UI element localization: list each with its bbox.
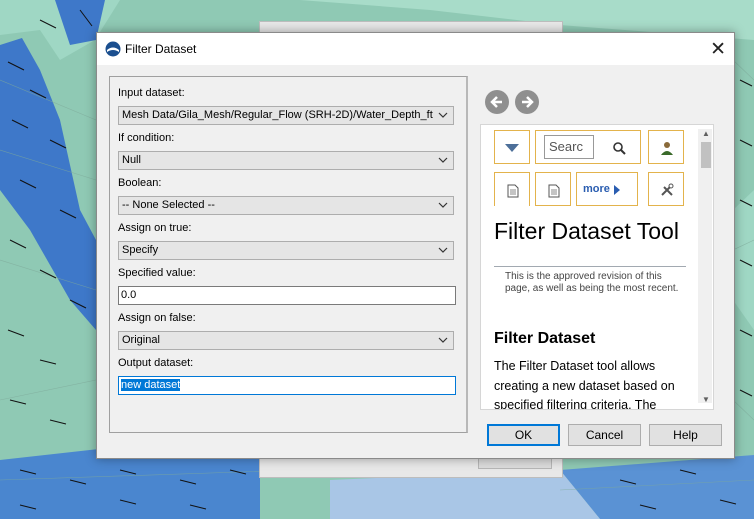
- input-dataset-label: Input dataset:: [118, 87, 185, 99]
- chevron-right-icon: [614, 185, 620, 195]
- arrow-left-icon: [490, 96, 502, 108]
- output-dataset-text: new dataset: [121, 379, 181, 391]
- filter-options-panel: Input dataset: Mesh Data/Gila_Mesh/Regul…: [109, 76, 468, 433]
- assign-true-label: Assign on true:: [118, 222, 192, 234]
- assign-false-value: Original: [122, 334, 160, 346]
- tools-button[interactable]: [648, 172, 684, 206]
- assign-true-value: Specify: [122, 244, 159, 256]
- help-search-input[interactable]: Searc: [544, 135, 594, 159]
- boolean-label: Boolean:: [118, 177, 162, 189]
- help-search-placeholder: Searc: [549, 139, 583, 154]
- input-dataset-select[interactable]: Mesh Data/Gila_Mesh/Regular_Flow (SRH-2D…: [118, 106, 454, 125]
- scrollbar-thumb[interactable]: [701, 142, 711, 168]
- personal-tools-button[interactable]: [648, 130, 684, 164]
- back-button[interactable]: [485, 90, 509, 114]
- assign-false-label: Assign on false:: [118, 312, 196, 324]
- title-bar: Filter Dataset ✕: [97, 33, 734, 65]
- more-label: more: [583, 183, 610, 195]
- user-icon: [661, 142, 673, 155]
- boolean-value: -- None Selected --: [122, 199, 215, 211]
- if-condition-value: Null: [122, 154, 141, 166]
- arrow-right-icon: [522, 96, 534, 108]
- chevron-down-icon: [438, 157, 448, 163]
- help-page-title: Filter Dataset Tool: [494, 218, 679, 244]
- magnifier-icon[interactable]: [612, 141, 626, 155]
- search-box: Searc: [535, 130, 641, 164]
- title-divider: [494, 266, 686, 267]
- tools-icon: [661, 183, 674, 196]
- output-dataset-input[interactable]: new dataset: [118, 376, 456, 395]
- specified-value-text: 0.0: [121, 289, 137, 301]
- page-icon: [548, 184, 560, 198]
- more-menu[interactable]: more: [576, 172, 638, 206]
- if-condition-label: If condition:: [118, 132, 175, 144]
- cancel-button[interactable]: Cancel: [568, 424, 641, 446]
- close-button[interactable]: ✕: [710, 38, 726, 61]
- assign-true-select[interactable]: Specify: [118, 241, 454, 260]
- output-dataset-label: Output dataset:: [118, 357, 194, 369]
- specified-value-input[interactable]: 0.0: [118, 286, 456, 305]
- chevron-down-icon: [438, 202, 448, 208]
- if-condition-select[interactable]: Null: [118, 151, 454, 170]
- triangle-down-icon: [505, 144, 519, 152]
- scroll-up-arrow[interactable]: ▲: [701, 130, 711, 138]
- specified-value-label: Specified value:: [118, 267, 196, 279]
- forward-button[interactable]: [515, 90, 539, 114]
- chevron-down-icon: [438, 337, 448, 343]
- chevron-down-icon: [438, 112, 448, 118]
- scroll-down-arrow[interactable]: ▼: [701, 396, 711, 404]
- ok-button[interactable]: OK: [487, 424, 560, 446]
- page-icon: [507, 184, 519, 198]
- sms-globe-icon: [105, 41, 121, 57]
- filter-dataset-dialog: Filter Dataset ✕ Input dataset: Mesh Dat…: [96, 32, 735, 459]
- boolean-select[interactable]: -- None Selected --: [118, 196, 454, 215]
- chevron-down-icon: [438, 247, 448, 253]
- help-button[interactable]: Help: [649, 424, 722, 446]
- menu-toggle-button[interactable]: [494, 130, 530, 164]
- tab-page[interactable]: [494, 172, 530, 206]
- revision-note: This is the approved revision of this pa…: [505, 271, 679, 294]
- input-dataset-value: Mesh Data/Gila_Mesh/Regular_Flow (SRH-2D…: [122, 109, 433, 121]
- assign-false-select[interactable]: Original: [118, 331, 454, 350]
- help-browser: Searc more Filter Dataset Tool This is t…: [480, 124, 714, 410]
- tab-discussion[interactable]: [535, 172, 571, 206]
- help-body-text: The Filter Dataset tool allows creating …: [494, 359, 675, 410]
- help-section-heading: Filter Dataset: [494, 330, 596, 347]
- dialog-title: Filter Dataset: [125, 42, 197, 56]
- help-scrollbar[interactable]: [698, 129, 712, 403]
